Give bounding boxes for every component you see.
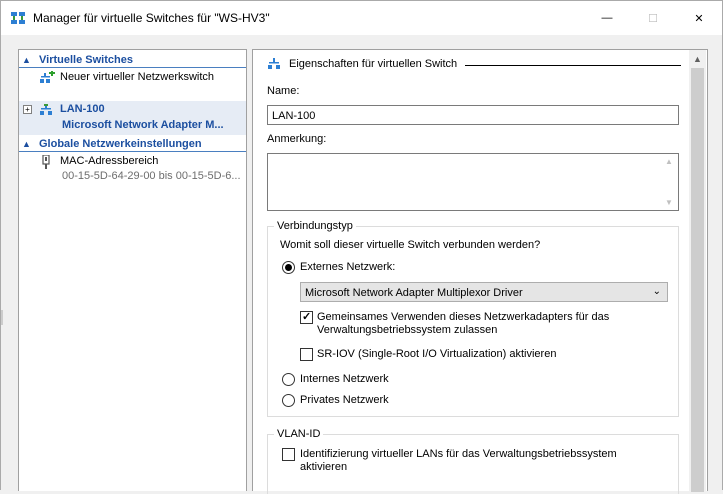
window-edge-marker — [1, 310, 3, 325]
close-button[interactable]: ✕ — [676, 1, 722, 35]
private-network-label[interactable]: Privates Netzwerk — [300, 394, 389, 407]
switch-item-lan-100[interactable]: + LAN-100 Microsoft Network Adapter M... — [19, 101, 246, 135]
internal-network-radio[interactable] — [282, 373, 295, 386]
connection-type-group: Verbindungstyp Womit soll dieser virtuel… — [267, 220, 679, 417]
title-bar[interactable]: Manager für virtuelle Switches für "WS-H… — [1, 1, 722, 35]
network-switch-icon — [268, 58, 280, 69]
client-area: ▲ Virtuelle Switches Neuer virtueller Ne… — [1, 35, 722, 494]
minimize-icon: — — [601, 12, 613, 24]
switch-name: LAN-100 — [60, 103, 105, 115]
network-switch-icon — [40, 104, 52, 115]
properties-pane: Eigenschaften für virtuellen Switch Name… — [252, 49, 708, 494]
collapse-chevron-icon: ▲ — [22, 138, 31, 149]
scroll-up-icon: ▲ — [665, 157, 673, 166]
vlan-group: VLAN-ID Identifizierung virtueller LANs … — [267, 428, 679, 494]
navigation-pane: ▲ Virtuelle Switches Neuer virtueller Ne… — [18, 49, 247, 491]
collapse-chevron-icon: ▲ — [22, 54, 31, 65]
name-label: Name: — [267, 85, 300, 97]
new-switch-icon — [40, 71, 55, 83]
dropdown-arrow-icon: ⌄ — [652, 286, 661, 297]
share-adapter-label-line1[interactable]: Gemeinsames Verwenden dieses Netzwerkada… — [317, 311, 609, 324]
share-adapter-label-line2[interactable]: Verwaltungsbetriebssystem zulassen — [317, 324, 497, 337]
maximize-icon: ☐ — [648, 12, 658, 25]
vlan-checkbox[interactable] — [282, 448, 295, 461]
window-title: Manager für virtuelle Switches für "WS-H… — [33, 11, 270, 25]
mac-range-label: MAC-Adressbereich — [60, 155, 159, 167]
switch-adapter: Microsoft Network Adapter M... — [62, 119, 224, 131]
private-network-radio[interactable] — [282, 394, 295, 407]
header-divider — [465, 65, 681, 66]
switch-manager-icon — [11, 12, 25, 24]
connection-type-title: Verbindungstyp — [274, 220, 356, 232]
sriov-checkbox[interactable] — [300, 348, 313, 361]
new-switch-label: Neuer virtueller Netzwerkswitch — [60, 71, 215, 83]
external-network-label[interactable]: Externes Netzwerk: — [300, 261, 395, 274]
adapter-select[interactable]: Microsoft Network Adapter Multiplexor Dr… — [300, 282, 668, 302]
expand-plus-icon[interactable]: + — [23, 105, 32, 114]
scroll-down-icon: ▼ — [665, 198, 673, 207]
vlan-title: VLAN-ID — [274, 428, 324, 440]
mac-range-value: 00-15-5D-64-29-00 bis 00-15-5D-6... — [62, 170, 241, 182]
switch-manager-window: Manager für virtuelle Switches für "WS-H… — [0, 0, 723, 494]
global-settings-header[interactable]: ▲ Globale Netzwerkeinstellungen — [19, 136, 246, 152]
note-textarea[interactable]: ▲ ▼ — [267, 153, 679, 211]
note-label: Anmerkung: — [267, 133, 327, 145]
internal-network-label[interactable]: Internes Netzwerk — [300, 373, 389, 386]
minimize-button[interactable]: — — [584, 1, 630, 35]
maximize-button[interactable]: ☐ — [630, 1, 676, 35]
name-input[interactable]: LAN-100 — [267, 105, 679, 125]
scroll-up-icon[interactable]: ▲ — [689, 50, 706, 67]
sriov-label[interactable]: SR-IOV (Single-Root I/O Virtualization) … — [317, 348, 556, 361]
scroll-thumb[interactable] — [691, 68, 704, 492]
connection-question: Womit soll dieser virtuelle Switch verbu… — [280, 239, 541, 251]
new-switch-item[interactable]: Neuer virtueller Netzwerkswitch — [19, 70, 246, 88]
mac-address-icon — [42, 155, 50, 169]
properties-title: Eigenschaften für virtuellen Switch — [289, 58, 458, 70]
share-adapter-checkbox[interactable] — [300, 310, 313, 324]
external-network-radio[interactable] — [282, 261, 295, 274]
vlan-label-line1[interactable]: Identifizierung virtueller LANs für das … — [300, 448, 617, 461]
note-scrollbar[interactable]: ▲ ▼ — [661, 154, 678, 210]
properties-header: Eigenschaften für virtuellen Switch — [267, 58, 457, 70]
properties-scrollbar[interactable]: ▲ — [689, 50, 706, 492]
vlan-label-line2[interactable]: aktivieren — [300, 461, 347, 474]
virtual-switches-header[interactable]: ▲ Virtuelle Switches — [19, 52, 246, 68]
close-icon: ✕ — [694, 12, 704, 25]
